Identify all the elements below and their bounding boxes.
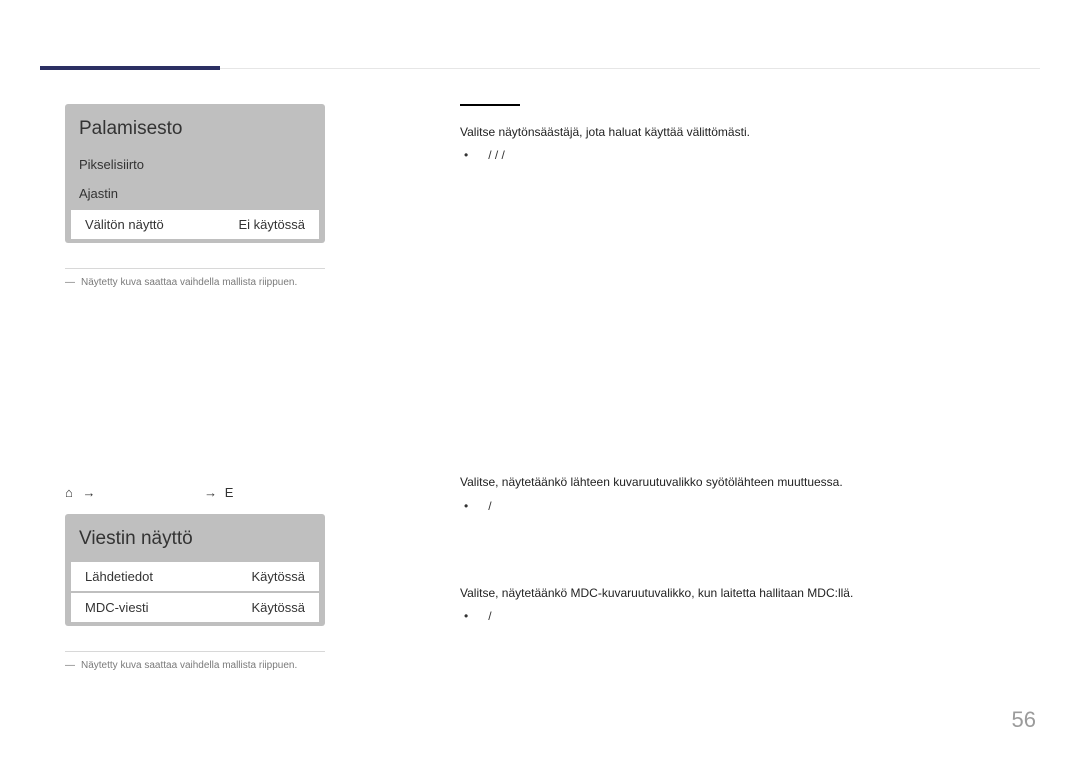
bullet-dot-icon: • — [464, 609, 468, 623]
footnote-dash: ― — [65, 660, 75, 671]
menu-row-label: MDC-viesti — [85, 600, 149, 615]
footnote-divider — [65, 268, 325, 269]
menu-row-label: Ajastin — [79, 186, 118, 201]
block3-bullet: •/ — [460, 609, 1020, 623]
menu-row-mdc-viesti[interactable]: MDC-viesti Käytössä — [71, 593, 319, 622]
footnote-text: Näytetty kuva saattaa vaihdella mallista… — [81, 277, 297, 288]
block3-text: Valitse, näytetäänkö MDC-kuvaruutuvalikk… — [460, 583, 1020, 603]
menu-row-lahdetiedot[interactable]: Lähdetiedot Käytössä — [71, 562, 319, 591]
nav-arrow-1: → — [82, 485, 97, 500]
footnote-2: ― Näytetty kuva saattaa vaihdella mallist… — [65, 658, 325, 673]
viestin-title: Viestin näyttö — [65, 522, 325, 560]
nav-path: ⌂ → → E — [65, 485, 325, 500]
palamisesto-title: Palamisesto — [65, 112, 325, 150]
menu-row-valiton-naytto[interactable]: Välitön näyttö Ei käytössä — [71, 210, 319, 239]
block3-bullet-text: / — [488, 609, 491, 623]
nav-arrow-2: → — [204, 485, 219, 500]
menu-row-value: Käytössä — [252, 600, 305, 615]
home-icon: ⌂ — [65, 485, 73, 500]
footnote-divider-2 — [65, 651, 325, 652]
page-number: 56 — [1012, 707, 1036, 733]
menu-row-pikselisiirto[interactable]: Pikselisiirto — [65, 150, 325, 179]
block2-text: Valitse, näytetäänkö lähteen kuvaruutuva… — [460, 472, 1020, 492]
bullet-dot-icon: • — [464, 499, 468, 513]
right-column: Valitse näytönsäästäjä, jota haluat käyt… — [460, 104, 1020, 623]
nav-suffix: E — [225, 485, 236, 500]
bullet-dot-icon: • — [464, 148, 468, 162]
block1-bullet-text: / / / — [488, 148, 505, 162]
block2-bullet: •/ — [460, 499, 1020, 513]
footnote-dash: ― — [65, 277, 75, 288]
menu-row-label: Pikselisiirto — [79, 157, 144, 172]
menu-row-ajastin[interactable]: Ajastin — [65, 179, 325, 208]
left-column: Palamisesto Pikselisiirto Ajastin Välitö… — [65, 104, 325, 673]
section-accent-1 — [460, 104, 520, 106]
viestin-menu: Viestin näyttö Lähdetiedot Käytössä MDC-… — [65, 514, 325, 626]
header-accent — [40, 66, 220, 70]
menu-row-value: Käytössä — [252, 569, 305, 584]
palamisesto-menu: Palamisesto Pikselisiirto Ajastin Välitö… — [65, 104, 325, 243]
menu-row-label: Välitön näyttö — [85, 217, 164, 232]
menu-row-label: Lähdetiedot — [85, 569, 153, 584]
block1-text: Valitse näytönsäästäjä, jota haluat käyt… — [460, 122, 1020, 142]
footnote-1: ― Näytetty kuva saattaa vaihdella mallist… — [65, 275, 325, 290]
menu-row-value: Ei käytössä — [239, 217, 305, 232]
block1-bullet: • / / / — [460, 148, 1020, 162]
block2-bullet-text: / — [488, 499, 491, 513]
footnote-text: Näytetty kuva saattaa vaihdella mallista… — [81, 660, 297, 671]
